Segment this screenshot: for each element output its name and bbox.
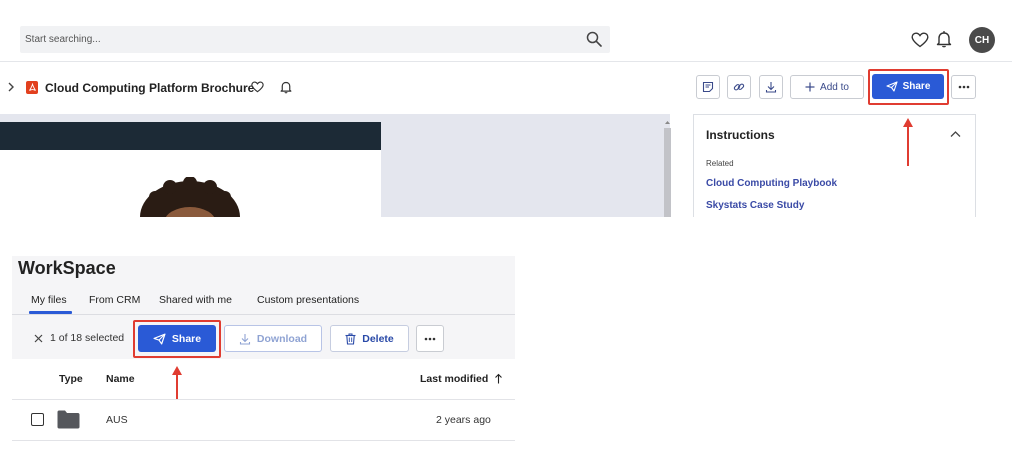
preview-scrollbar[interactable]	[663, 118, 672, 217]
tab-shared-with-me[interactable]: Shared with me	[159, 294, 232, 306]
tab-custom-presentations[interactable]: Custom presentations	[257, 294, 359, 306]
favorite-heart-icon[interactable]	[251, 81, 264, 93]
page-header-band	[0, 122, 381, 150]
add-to-label: Add to	[820, 81, 849, 93]
tabs-divider	[12, 314, 515, 315]
download-label: Download	[256, 332, 308, 345]
file-last-modified: 2 years ago	[436, 414, 491, 426]
workspace-delete-button[interactable]: Delete	[330, 325, 409, 352]
avatar[interactable]: CH	[969, 27, 995, 53]
column-header-last-modified[interactable]: Last modified	[420, 373, 488, 385]
bell-icon[interactable]	[933, 28, 955, 50]
sort-arrow-up-icon[interactable]	[494, 373, 503, 384]
column-header-type[interactable]: Type	[59, 373, 83, 385]
download-icon	[765, 81, 777, 93]
pdf-icon	[26, 81, 38, 94]
share-button[interactable]: Share	[872, 74, 944, 99]
note-icon	[702, 81, 714, 93]
send-icon	[886, 81, 898, 92]
more-horizontal-icon	[958, 85, 970, 89]
workspace-download-button[interactable]: Download	[224, 325, 322, 352]
annotation-arrowhead	[903, 118, 913, 127]
workspace-title: WorkSpace	[18, 258, 116, 278]
workspace-more-button[interactable]	[416, 325, 444, 352]
related-link[interactable]: Cloud Computing Playbook	[706, 178, 837, 189]
table-row-divider	[12, 440, 515, 441]
link-icon	[733, 81, 745, 93]
instructions-title: Instructions	[706, 128, 775, 142]
download-icon	[239, 333, 251, 345]
annotation-arrowhead	[172, 366, 182, 375]
follow-bell-icon[interactable]	[280, 80, 292, 94]
clear-selection-icon[interactable]	[34, 334, 43, 343]
share-label: Share	[902, 81, 931, 92]
folder-icon	[57, 410, 80, 429]
heart-icon[interactable]	[909, 29, 931, 51]
send-icon	[153, 333, 166, 345]
plus-icon	[805, 82, 815, 92]
more-horizontal-icon	[424, 337, 436, 341]
tab-from-crm[interactable]: From CRM	[89, 294, 140, 306]
row-checkbox[interactable]	[31, 413, 44, 426]
related-label: Related	[706, 159, 734, 168]
header-divider	[0, 61, 1012, 62]
share-label: Share	[171, 332, 202, 345]
tab-my-files[interactable]: My files	[31, 294, 67, 306]
search-icon[interactable]	[586, 31, 602, 47]
expand-chevron-icon[interactable]	[6, 81, 16, 93]
annotation-arrow	[907, 124, 909, 166]
annotation-arrow	[176, 372, 178, 399]
search-input[interactable]	[20, 26, 560, 53]
table-header-divider	[12, 399, 515, 400]
collapse-chevron-icon[interactable]	[950, 130, 961, 138]
document-page	[0, 122, 381, 217]
column-header-name[interactable]: Name	[106, 373, 135, 385]
search-bar[interactable]	[20, 26, 610, 53]
workspace-share-button[interactable]: Share	[138, 325, 216, 352]
add-to-button[interactable]: Add to	[790, 75, 864, 99]
more-options-button[interactable]	[951, 75, 976, 99]
copy-link-button[interactable]	[727, 75, 751, 99]
portrait-photo	[135, 177, 245, 217]
related-link[interactable]: Skystats Case Study	[706, 200, 804, 211]
trash-icon	[345, 333, 356, 345]
download-button[interactable]	[759, 75, 783, 99]
delete-label: Delete	[362, 332, 394, 345]
document-title: Cloud Computing Platform Brochure	[45, 81, 255, 95]
selection-count: 1 of 18 selected	[50, 332, 125, 344]
file-name[interactable]: AUS	[106, 414, 128, 426]
notes-button[interactable]	[696, 75, 720, 99]
